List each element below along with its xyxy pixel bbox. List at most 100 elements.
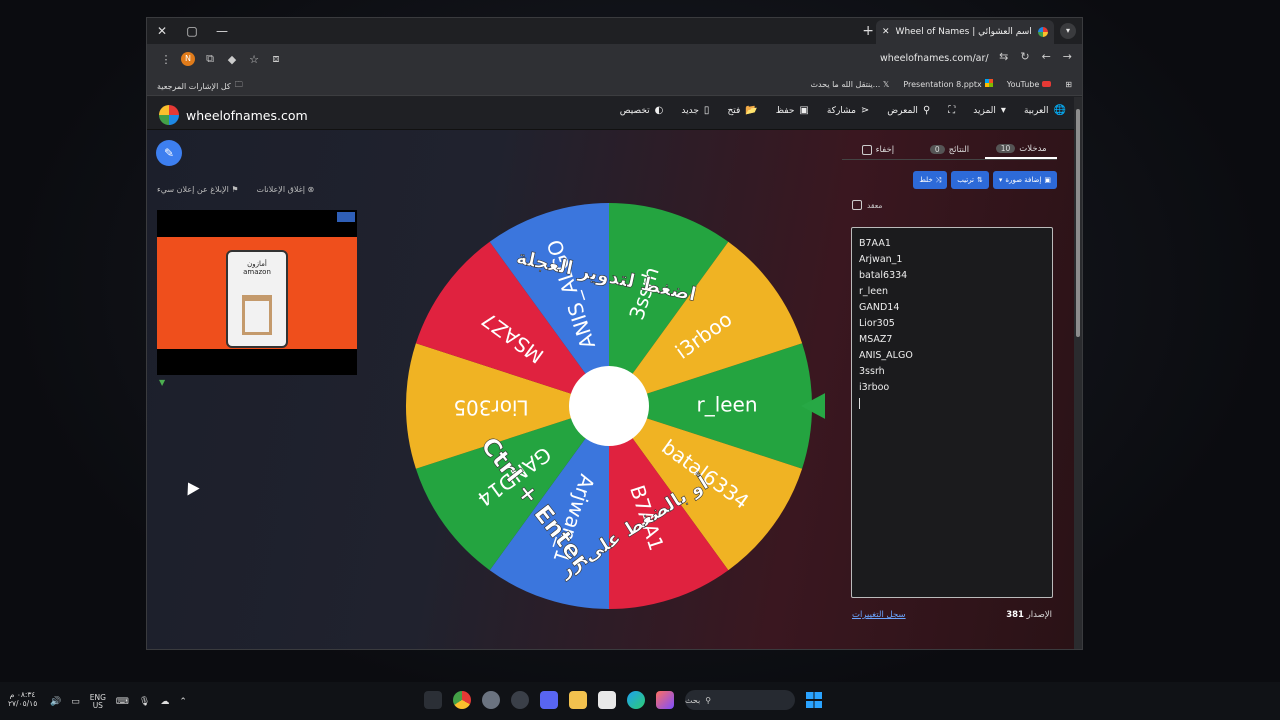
diamond-icon[interactable]: ◆ — [221, 53, 243, 66]
bookmarks-folder-label[interactable]: كل الإشارات المرجعية — [157, 82, 231, 91]
edit-pencil-button[interactable]: ✎ — [156, 140, 182, 166]
close-window-icon[interactable]: ✕ — [147, 24, 177, 38]
version-info: الإصدار 381 — [1006, 610, 1052, 620]
advertisement[interactable]: أمازون amazon — [157, 210, 357, 375]
wheel-of-names[interactable]: r_leenbatal6334B7AA1Arjwan_1GAND14Lior30… — [405, 202, 825, 622]
keyboard-icon[interactable]: ⌨ — [116, 697, 129, 707]
bookmark-youtube-label: YouTube — [1006, 79, 1040, 89]
report-ad-label: الإبلاغ عن إعلان سيء — [157, 185, 229, 194]
site-logo[interactable]: wheelofnames.com — [159, 105, 308, 125]
results-count-badge: 0 — [929, 145, 945, 154]
entries-textarea[interactable]: B7AA1 Arjwan_1 batal6334 r_leen GAND14 L… — [851, 227, 1053, 598]
site-settings-icon[interactable]: ⇆ — [999, 50, 1008, 63]
discord-app-icon[interactable] — [540, 691, 558, 709]
apps-grid-icon[interactable]: ⊞ — [1065, 80, 1072, 89]
menu-open[interactable]: 📂 فتح — [727, 105, 757, 116]
monitor-icon[interactable]: ▭ — [71, 697, 80, 707]
close-ads-label: إغلاق الإعلانات — [256, 185, 306, 194]
forward-icon[interactable]: ← — [1042, 50, 1051, 63]
shuffle-button[interactable]: ⤨ خلط — [913, 171, 948, 189]
entry-line: ANIS_ALGO — [859, 350, 913, 361]
address-bar[interactable]: wheelofnames.com/ar/ — [880, 53, 989, 64]
menu-share[interactable]: ⋖ مشاركة — [827, 105, 869, 116]
profile-avatar[interactable]: N — [181, 52, 195, 66]
share-icon: ⋖ — [860, 105, 870, 116]
kebab-menu-icon[interactable]: ⋮ — [155, 53, 177, 66]
office-icon — [984, 79, 993, 87]
lang-line2: US — [92, 701, 103, 710]
entry-line: GAND14 — [859, 302, 900, 313]
menu-save[interactable]: ▣ حفظ — [776, 105, 809, 116]
scrollbar-thumb[interactable] — [1076, 109, 1080, 337]
menu-gallery[interactable]: ⚲ المعرض — [887, 105, 930, 116]
page-scrollbar[interactable] — [1074, 97, 1082, 649]
entry-line: MSAZ7 — [859, 334, 893, 345]
obs-app-icon[interactable] — [511, 691, 529, 709]
close-ads-link[interactable]: إغلاق الإعلانات ⊗ — [257, 185, 315, 194]
share-page-icon[interactable]: ⧈ — [265, 52, 287, 66]
bookmark-x[interactable]: ينتقل الله ما يحدث... 𝕏 — [810, 80, 889, 89]
advanced-checkbox[interactable] — [852, 200, 862, 210]
clock[interactable]: ٠٨:٣٤ م ٢٧/٠٥/١٥ — [8, 690, 37, 708]
file-explorer-icon[interactable] — [569, 691, 587, 709]
tab-title: Wheel of Names | اسم العشوائي — [895, 27, 1032, 37]
menu-more[interactable]: ▾ المزيد — [973, 105, 1006, 116]
chrome-app-icon[interactable] — [453, 691, 471, 709]
system-tray: 🔊 ▭ ENG US ⌨ 🎙 ☁ ⌃ — [50, 694, 187, 710]
copilot-app-icon[interactable] — [656, 691, 674, 709]
changelog-link[interactable]: سجل التغييرات — [852, 610, 906, 620]
hide-toggle[interactable]: إخفاء — [842, 140, 914, 159]
search-label: بحث — [685, 695, 701, 705]
star-icon[interactable]: ☆ — [243, 53, 265, 66]
taskbar-search[interactable]: ⚲ بحث — [685, 690, 795, 710]
text-caret — [859, 398, 860, 409]
bookmarks-bar: كل الإشارات المرجعية 🗀 ينتقل الله ما يحد… — [147, 74, 1082, 96]
entry-line: B7AA1 — [859, 238, 891, 249]
close-tab-icon[interactable]: ✕ — [882, 27, 890, 37]
settings-app-icon[interactable] — [424, 691, 442, 709]
minimize-icon[interactable]: — — [207, 24, 237, 38]
adchoices-icon[interactable] — [337, 212, 355, 222]
shuffle-icon: ⤨ — [935, 175, 942, 184]
new-tab-icon[interactable]: + — [862, 23, 874, 39]
hide-checkbox[interactable] — [861, 144, 872, 155]
menu-customize[interactable]: ◐ تخصيص — [620, 105, 664, 116]
add-image-button[interactable]: ▣ إضافة صورة ▾ — [992, 171, 1057, 189]
cloud-icon[interactable]: ☁ — [160, 697, 169, 707]
report-ad-link[interactable]: الإبلاغ عن إعلان سيء ⚑ — [157, 185, 239, 194]
maximize-icon[interactable]: ▢ — [177, 24, 207, 38]
menu-new[interactable]: ▯ جديد — [681, 105, 709, 116]
edge-app-icon[interactable] — [627, 691, 645, 709]
language-indicator[interactable]: ENG US — [90, 694, 106, 710]
speaker-icon[interactable]: 🔊 — [50, 697, 61, 707]
back-icon[interactable]: → — [1063, 50, 1072, 63]
mic-icon[interactable]: 🎙 — [139, 697, 150, 707]
fullscreen-icon: ⛶ — [948, 105, 956, 116]
reload-icon[interactable]: ↻ — [1020, 50, 1029, 63]
window-controls: ✕ ▢ — — [147, 24, 237, 38]
entries-actions: ▣ إضافة صورة ▾ ⇅ ترتيب ⤨ خلط — [913, 171, 1057, 189]
caret-down-icon: ▾ — [1000, 105, 1006, 116]
gear-app-icon[interactable] — [482, 691, 500, 709]
bookmark-pptx[interactable]: Presentation 8.pptx — [903, 79, 993, 89]
folder-icon: 🗀 — [234, 80, 243, 89]
extensions-icon[interactable]: ⧉ — [199, 52, 221, 66]
chevron-up-icon[interactable]: ⌃ — [179, 697, 187, 707]
folder-open-icon: 📂 — [745, 105, 758, 116]
menu-language[interactable]: 🌐 العربية — [1024, 105, 1066, 116]
advanced-label: معقد — [867, 200, 883, 210]
wheel-center-hub[interactable] — [569, 366, 649, 446]
tab-results[interactable]: النتائج 0 — [914, 140, 986, 159]
header-menu: 🌐 العربية ▾ المزيد ⛶ ⚲ المعرض ⋖ مشاركة ▣ حفظ … — [620, 105, 1066, 116]
tab-search-icon[interactable]: ▾ — [1060, 23, 1076, 39]
sort-button[interactable]: ⇅ ترتيب — [951, 171, 989, 189]
browser-tab[interactable]: ✕ Wheel of Names | اسم العشوائي — [876, 20, 1054, 44]
bookmark-youtube[interactable]: YouTube — [1007, 80, 1052, 89]
menu-fullscreen[interactable]: ⛶ — [948, 105, 955, 116]
entry-line: r_leen — [859, 286, 889, 297]
windows-start-icon[interactable] — [806, 692, 822, 708]
advanced-toggle[interactable]: معقد — [852, 200, 882, 210]
tab-entries[interactable]: مدخلات 10 — [985, 140, 1057, 159]
entries-panel: مدخلات 10 النتائج 0 إخفاء ▣ إضافة صورة ▾ ⇅ تر… — [842, 140, 1057, 640]
store-app-icon[interactable] — [598, 691, 616, 709]
